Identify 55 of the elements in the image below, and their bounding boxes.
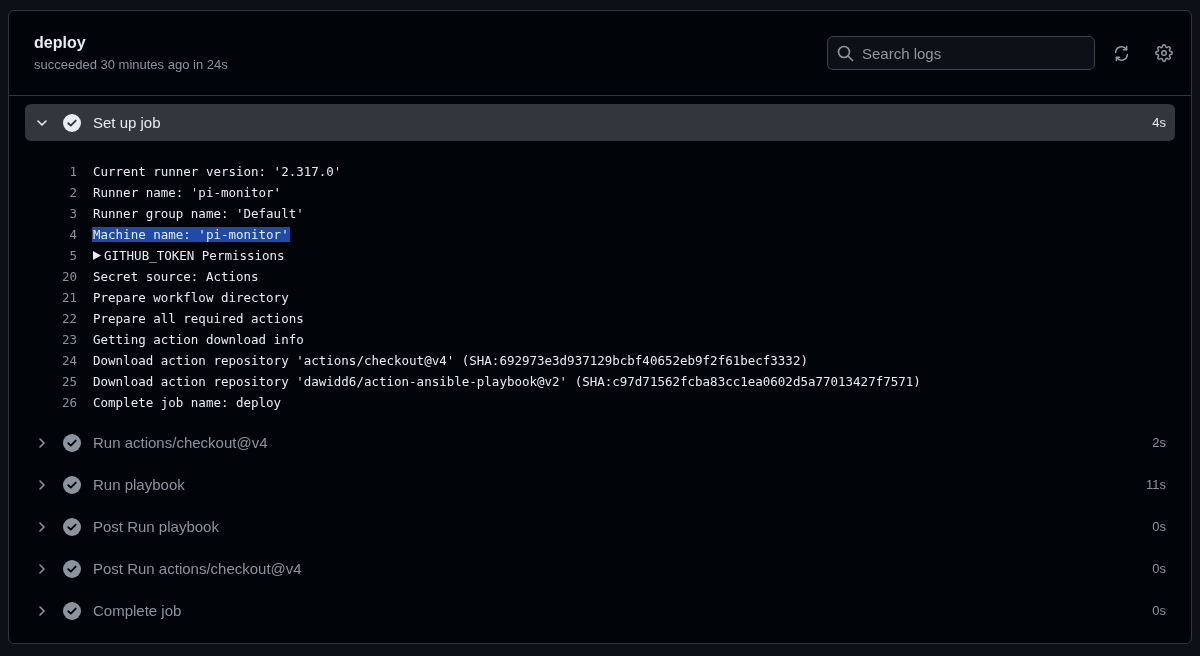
step-header[interactable]: Complete job 0s	[25, 592, 1175, 629]
log-line-text: Prepare all required actions	[92, 311, 305, 326]
step-duration: 0s	[1152, 519, 1166, 534]
step-duration: 2s	[1152, 435, 1166, 450]
log-line-text: Prepare workflow directory	[92, 290, 290, 305]
log-line-text: Runner group name: 'Default'	[92, 206, 305, 221]
log-line-text: Getting action download info	[92, 332, 305, 347]
line-number: 3	[68, 206, 78, 221]
line-number: 5	[68, 248, 78, 263]
line-number: 1	[68, 164, 78, 179]
line-number: 23	[60, 332, 78, 347]
check-circle-icon	[63, 559, 81, 578]
step-header[interactable]: Set up job 4s	[25, 104, 1175, 141]
log-line-text: Download action repository 'actions/checkout@v4' (SHA:692973e3d937129bcbf40652eb9f2f61becf3332)	[92, 353, 809, 368]
step-name: Post Run actions/checkout@v4	[93, 560, 303, 577]
log-line-text: Download action repository 'dawidd6/action-ansible-playbook@v2' (SHA:c97d71562fcba83cc1ea0602d5a77013427f7571)	[92, 374, 922, 389]
log-line-text: Runner name: 'pi-monitor'	[92, 185, 283, 200]
step-name: Run playbook	[93, 476, 186, 493]
log-group-text[interactable]: GITHUB_TOKEN Permissions	[104, 248, 285, 263]
step-name: Run actions/checkout@v4	[93, 434, 269, 451]
refresh-icon[interactable]	[1112, 44, 1130, 62]
check-circle-icon	[63, 601, 81, 620]
job-status: succeeded 30 minutes ago in 24s	[34, 57, 229, 72]
step-duration: 4s	[1152, 115, 1166, 130]
step-header[interactable]: Post Run playbook 0s	[25, 508, 1175, 545]
settings-icon[interactable]	[1155, 44, 1173, 62]
log-line-text: Secret source: Actions	[92, 269, 260, 284]
log-line-text: Complete job name: deploy	[92, 395, 283, 410]
step-duration: 0s	[1152, 561, 1166, 576]
step-header[interactable]: Post Run actions/checkout@v4 0s	[25, 550, 1175, 587]
line-number: 26	[60, 395, 78, 410]
log-line-text: Machine name: 'pi-monitor'	[92, 227, 290, 242]
line-number: 2	[68, 185, 78, 200]
step-name: Complete job	[93, 602, 183, 619]
expand-triangle-icon[interactable]	[93, 251, 101, 260]
check-circle-icon	[63, 113, 81, 132]
step-duration: 11s	[1146, 477, 1166, 492]
step-name: Set up job	[93, 114, 162, 131]
line-number: 20	[60, 269, 78, 284]
line-number: 21	[60, 290, 78, 305]
job-title: deploy	[34, 34, 87, 52]
log-line-text: Current runner version: '2.317.0'	[92, 164, 343, 179]
step-name: Post Run playbook	[93, 518, 220, 535]
check-circle-icon	[63, 433, 81, 452]
line-number: 22	[60, 311, 78, 326]
check-circle-icon	[63, 517, 81, 536]
search-icon	[837, 45, 854, 62]
line-number: 24	[60, 353, 78, 368]
step-header[interactable]: Run playbook 11s	[25, 466, 1175, 503]
step-header[interactable]: Run actions/checkout@v4 2s	[25, 424, 1175, 461]
line-number: 25	[60, 374, 78, 389]
search-field[interactable]: Search logs	[827, 36, 1095, 70]
step-duration: 0s	[1152, 603, 1166, 618]
check-circle-icon	[63, 475, 81, 494]
line-number: 4	[68, 227, 78, 242]
